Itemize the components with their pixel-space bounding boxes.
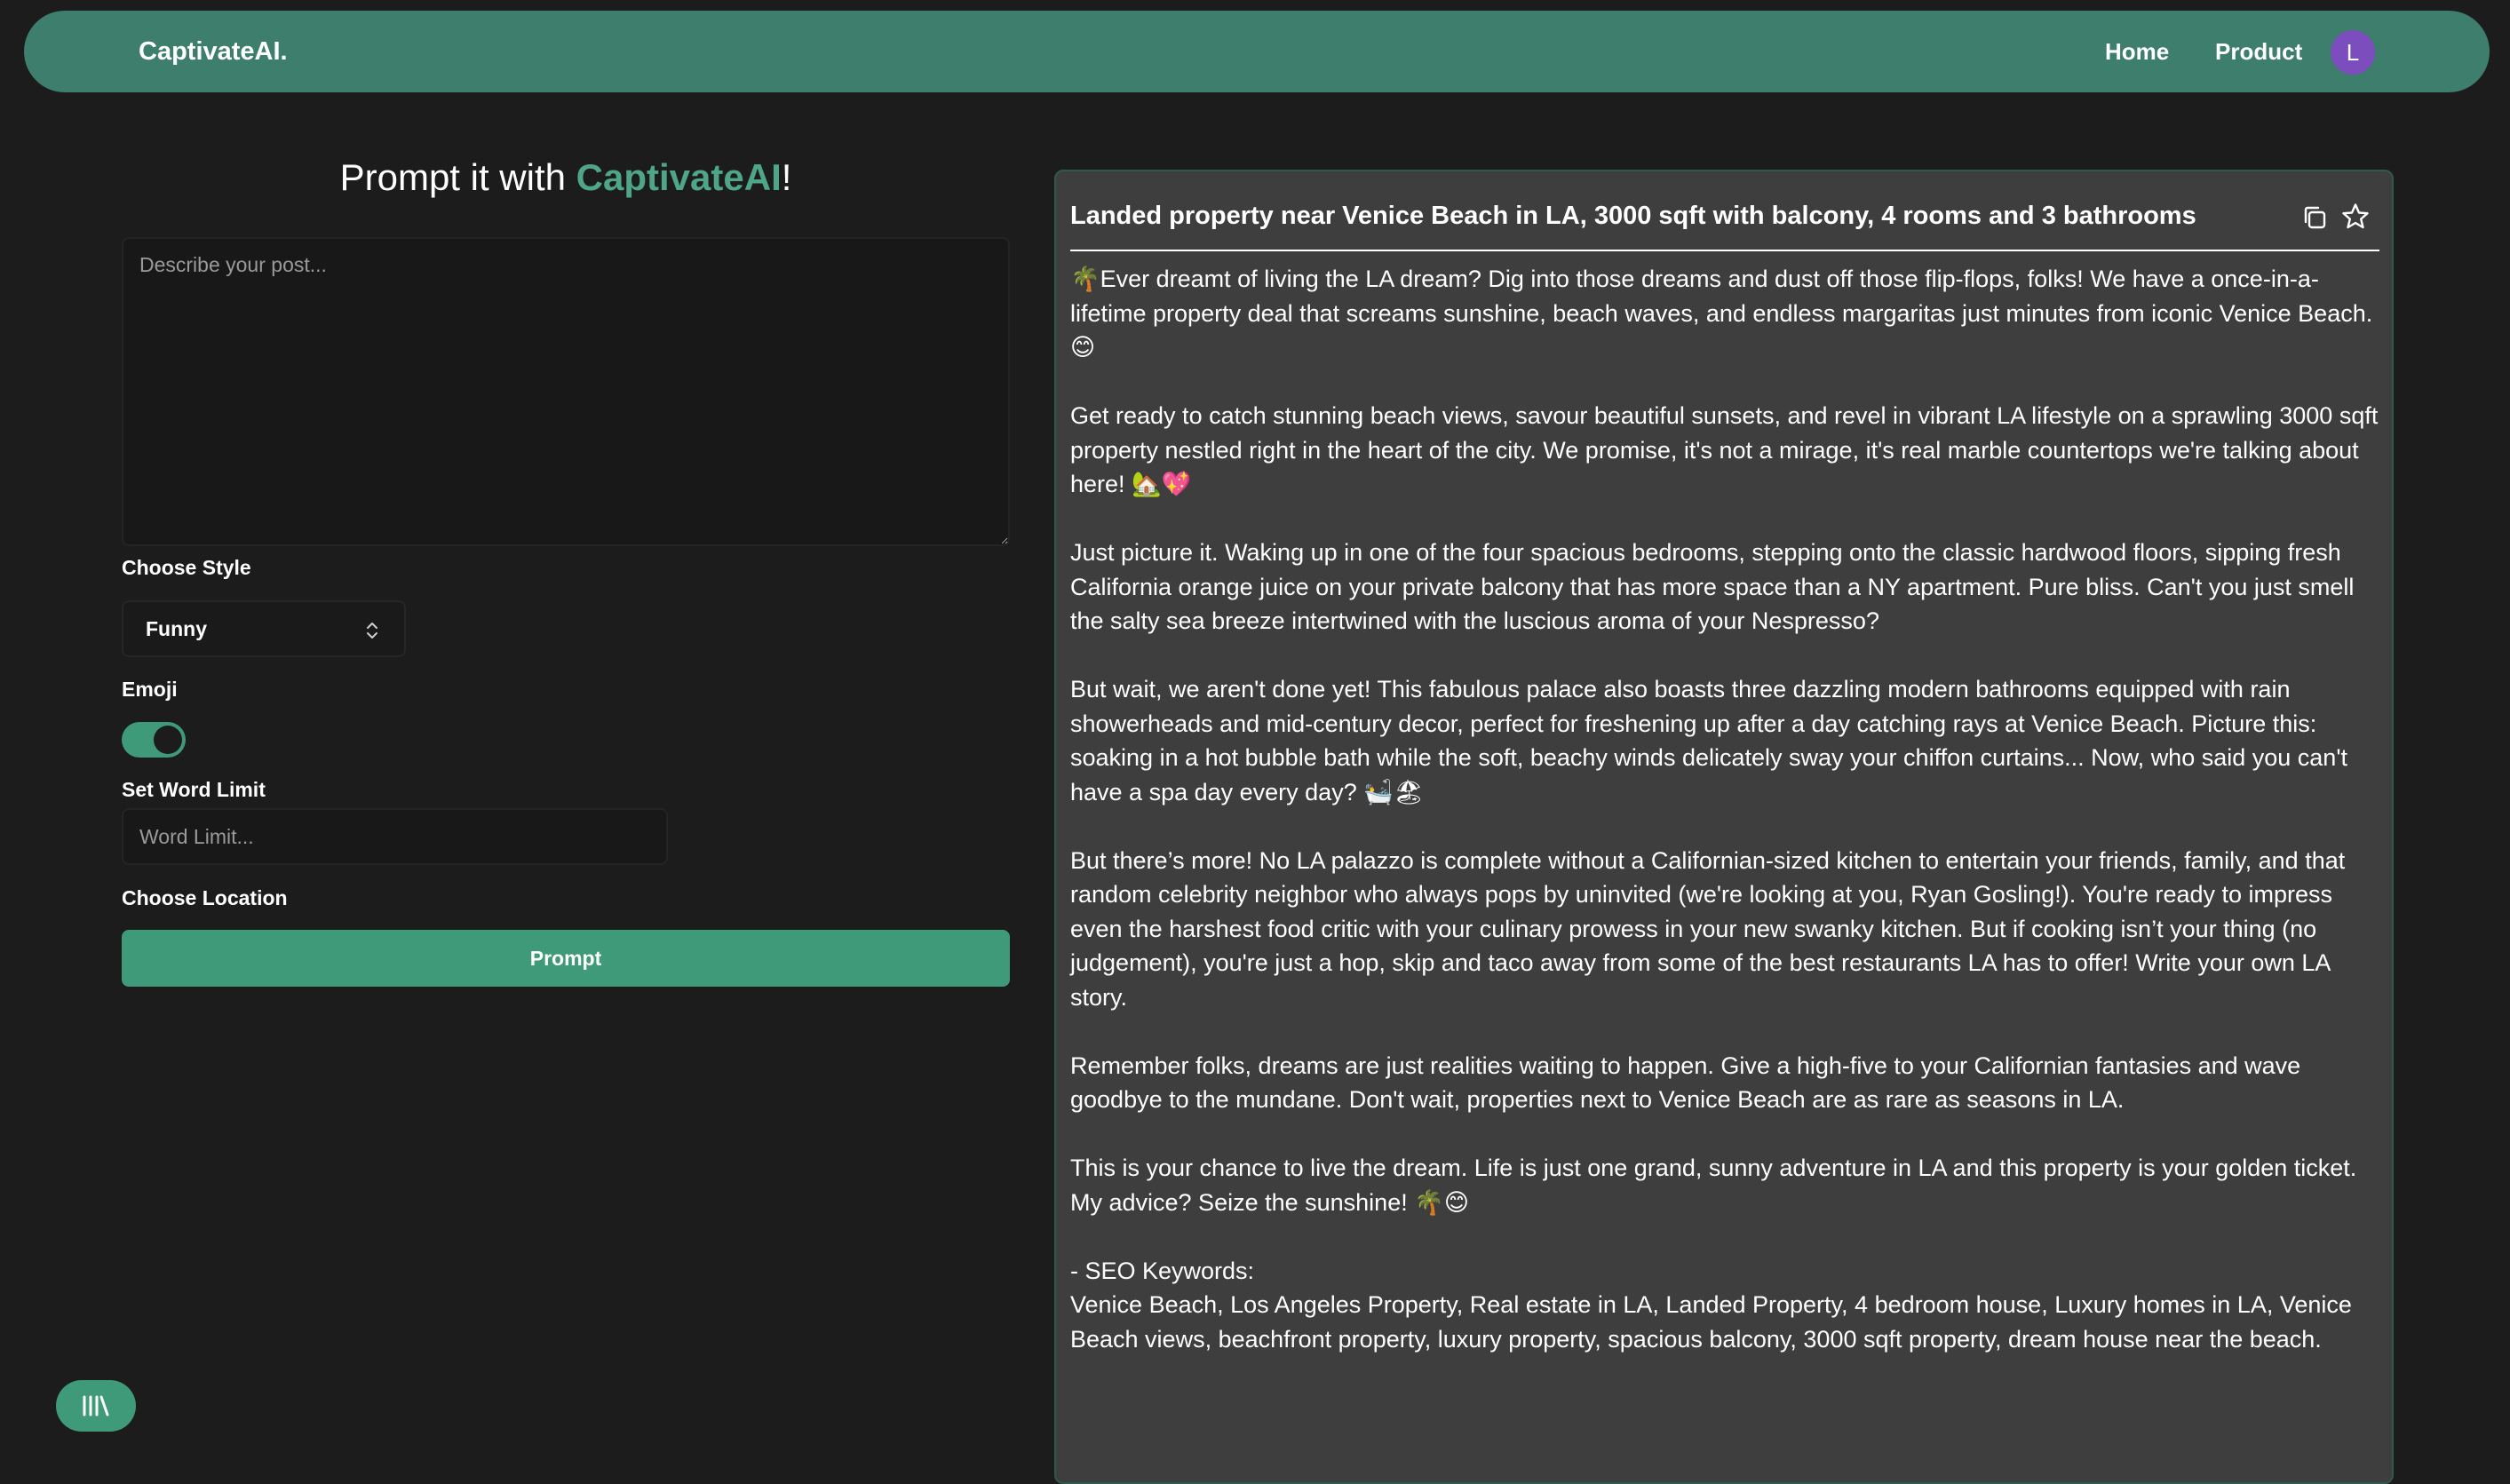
result-divider (1070, 250, 2379, 251)
chevron-up-down-icon (365, 620, 379, 646)
choose-style-label: Choose Style (122, 556, 251, 579)
emoji-toggle-knob (154, 726, 182, 754)
result-paragraph: But wait, we aren't done yet! This fabul… (1070, 676, 2347, 805)
prompt-button[interactable]: Prompt (122, 930, 1010, 987)
result-paragraph: But there’s more! No LA palazzo is compl… (1070, 846, 2346, 1011)
nav-link-product[interactable]: Product (2215, 11, 2302, 92)
style-select[interactable]: Funny (122, 600, 406, 657)
brand-logo[interactable]: CaptivateAI. (139, 11, 288, 92)
top-navbar: CaptivateAI. Home Product L (24, 11, 2490, 92)
post-description-textarea[interactable] (122, 237, 1010, 546)
star-icon[interactable] (2340, 202, 2371, 236)
emoji-toggle[interactable] (122, 722, 186, 758)
word-limit-input[interactable] (122, 808, 668, 865)
page-title-suffix: ! (781, 156, 792, 198)
result-paragraph: This is your chance to live the dream. L… (1070, 1155, 2357, 1216)
result-paragraph: 🌴Ever dreamt of living the LA dream? Dig… (1070, 266, 2373, 361)
choose-location-label: Choose Location (122, 886, 288, 909)
result-title: Landed property near Venice Beach in LA,… (1070, 202, 2196, 230)
result-body: 🌴Ever dreamt of living the LA dream? Dig… (1070, 262, 2379, 1356)
nav-link-home[interactable]: Home (2105, 11, 2169, 92)
result-paragraph: Remember folks, dreams are just realitie… (1070, 1051, 2301, 1114)
library-button[interactable] (56, 1380, 136, 1432)
seo-keywords: Venice Beach, Los Angeles Property, Real… (1070, 1291, 2352, 1353)
page-title: Prompt it with CaptivateAI! (122, 156, 1010, 199)
emoji-label: Emoji (122, 678, 178, 701)
seo-heading: - SEO Keywords: (1070, 1257, 1255, 1284)
result-panel: Landed property near Venice Beach in LA,… (1054, 170, 2394, 1484)
user-avatar[interactable]: L (2331, 30, 2375, 75)
word-limit-label: Set Word Limit (122, 778, 266, 801)
copy-icon[interactable] (2300, 203, 2329, 236)
result-paragraph: Get ready to catch stunning beach views,… (1070, 402, 2379, 497)
style-select-value: Funny (146, 617, 207, 640)
result-paragraph: Just picture it. Waking up in one of the… (1070, 539, 2355, 634)
page-title-brand: CaptivateAI (576, 156, 782, 198)
page-title-prefix: Prompt it with (339, 156, 576, 198)
